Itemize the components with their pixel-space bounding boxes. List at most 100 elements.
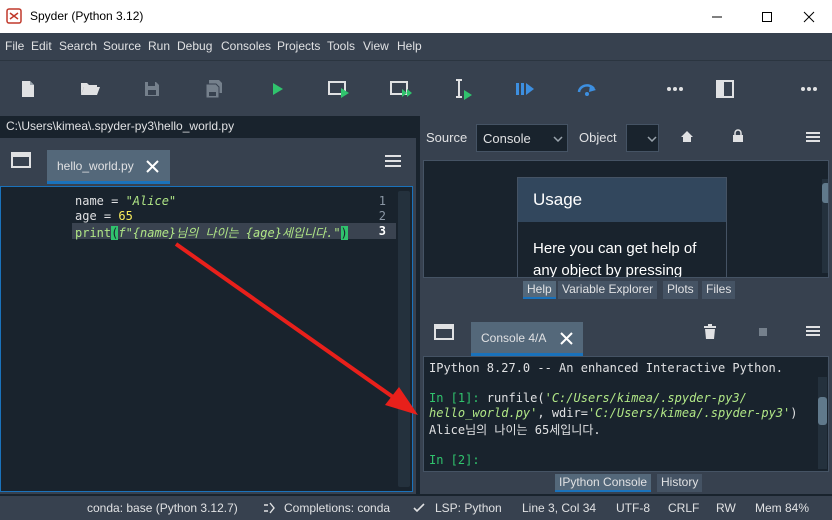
lock-button[interactable] — [730, 128, 746, 144]
status-rw: RW — [716, 501, 736, 515]
save-icon — [145, 82, 159, 96]
window-icon — [434, 324, 454, 340]
status-encoding: UTF-8 — [616, 501, 650, 515]
console-options-button[interactable] — [804, 323, 822, 339]
help-scroll-thumb[interactable] — [822, 183, 828, 203]
runfile-path-part1: 'C:/Users/kimea/.spyder-py3/ — [544, 391, 747, 405]
tab-files[interactable]: Files — [702, 281, 736, 299]
close-window-button[interactable] — [786, 0, 832, 33]
menu-source[interactable]: Source — [103, 39, 141, 53]
menu-projects[interactable]: Projects — [277, 39, 320, 53]
status-bar: conda: base (Python 3.12.7) Completions:… — [0, 496, 832, 520]
code-line-1: name = "Alice" — [75, 194, 176, 208]
usage-text: Here you can get help of any object by p… — [533, 240, 697, 278]
close-tab-icon[interactable] — [146, 160, 159, 173]
wdir-kw: , wdir= — [537, 406, 588, 420]
new-file-icon — [22, 81, 34, 97]
tab-ipython-console[interactable]: IPython Console — [555, 474, 652, 492]
menu-view[interactable]: View — [363, 39, 389, 53]
ipython-console[interactable]: IPython 8.27.0 -- An enhanced Interactiv… — [423, 356, 829, 472]
tab-variable-explorer[interactable]: Variable Explorer — [558, 281, 658, 299]
console-tab[interactable]: Console 4/A — [471, 322, 583, 356]
line-number: 1 — [378, 194, 386, 208]
status-lsp: LSP: Python — [435, 501, 502, 515]
menu-consoles[interactable]: Consoles — [221, 39, 271, 53]
prompt-in-1: In [1]: — [429, 391, 487, 405]
code-token: f"{name}님의 나이는 {age}세입니다." — [118, 226, 341, 240]
help-options-button[interactable] — [804, 129, 822, 145]
menu-tools[interactable]: Tools — [327, 39, 355, 53]
save-all-button[interactable] — [200, 75, 228, 103]
console-tab-label: Console 4/A — [481, 331, 547, 345]
menu-edit[interactable]: Edit — [31, 39, 52, 53]
menu-debug[interactable]: Debug — [177, 39, 212, 53]
debug-button[interactable] — [511, 75, 539, 103]
window-icon — [11, 152, 31, 168]
run-cell-advance-icon — [390, 81, 412, 97]
hamburger-menu-icon — [806, 132, 820, 142]
tab-help[interactable]: Help — [523, 281, 556, 299]
stop-icon — [759, 328, 767, 336]
spyder-app-icon — [6, 8, 22, 24]
help-scrollbar[interactable] — [822, 179, 828, 273]
run-cell-advance-button[interactable] — [387, 75, 415, 103]
tab-history[interactable]: History — [657, 474, 703, 492]
console-pane: Console 4/A IPython 8.27.0 -- An enhance… — [420, 302, 832, 494]
stop-button[interactable] — [755, 324, 771, 340]
maximize-button[interactable] — [744, 0, 790, 33]
run-file-button[interactable] — [263, 75, 291, 103]
new-file-button[interactable] — [14, 75, 42, 103]
spyder-window: Spyder (Python 3.12) File Edit Search So… — [0, 0, 832, 520]
more-icon — [801, 87, 817, 91]
window-title: Spyder (Python 3.12) — [30, 9, 144, 23]
object-select[interactable] — [626, 124, 659, 152]
code-editor[interactable]: 1 2 3 name = "Alice" age = 65 print(f"{n… — [0, 186, 413, 492]
debug-icon — [516, 83, 534, 95]
minimize-icon — [712, 16, 722, 17]
editor-pane: hello_world.py 1 2 3 name = "Alice" age … — [0, 138, 416, 494]
status-completions: Completions: conda — [284, 501, 391, 515]
wdir-value: 'C:/Users/kimea/.spyder-py3' — [587, 406, 791, 420]
menu-search[interactable]: Search — [59, 39, 97, 53]
checkmark-icon — [413, 503, 425, 513]
lock-icon — [733, 129, 743, 142]
console-scroll-thumb[interactable] — [818, 397, 827, 425]
browse-tabs-button[interactable] — [10, 150, 32, 170]
hamburger-menu-icon — [385, 155, 401, 167]
run-selection-button[interactable] — [449, 75, 477, 103]
source-select[interactable]: Console — [476, 124, 568, 152]
menu-file[interactable]: File — [5, 39, 24, 53]
code-token: name = — [75, 194, 126, 208]
usage-title: Usage — [518, 178, 726, 222]
console-scrollbar[interactable] — [818, 377, 827, 469]
trash-icon — [704, 323, 716, 339]
save-button[interactable] — [138, 75, 166, 103]
console-banner: IPython 8.27.0 -- An enhanced Interactiv… — [429, 361, 784, 375]
step-over-button[interactable] — [573, 75, 601, 103]
toolbar-more-button-1[interactable] — [661, 75, 689, 103]
maximize-pane-button[interactable] — [711, 75, 739, 103]
toolbar-more-button-2[interactable] — [795, 75, 823, 103]
code-token: age = — [75, 209, 119, 223]
open-file-button[interactable] — [76, 75, 104, 103]
completions-icon — [264, 502, 275, 514]
main-toolbar — [0, 60, 832, 116]
title-bar: Spyder (Python 3.12) — [0, 0, 832, 33]
status-cursor-position: Line 3, Col 34 — [522, 501, 597, 515]
line-number-current: 3 — [378, 224, 386, 238]
help-content: Usage Here you can get help of any objec… — [423, 160, 829, 278]
close-tab-icon[interactable] — [560, 332, 573, 345]
editor-tab-hello-world[interactable]: hello_world.py — [47, 150, 170, 184]
tab-plots[interactable]: Plots — [663, 281, 698, 299]
code-token: 65 — [118, 209, 133, 223]
menu-help[interactable]: Help — [397, 39, 422, 53]
menu-run[interactable]: Run — [148, 39, 170, 53]
home-button[interactable] — [679, 128, 695, 144]
minimize-button[interactable] — [694, 0, 740, 33]
chevron-down-icon — [647, 136, 657, 142]
remove-variables-button[interactable] — [702, 322, 718, 340]
run-cell-button[interactable] — [325, 75, 353, 103]
editor-options-button[interactable] — [382, 152, 404, 170]
browse-console-tabs-button[interactable] — [433, 322, 455, 342]
editor-scrollbar[interactable] — [398, 191, 410, 487]
